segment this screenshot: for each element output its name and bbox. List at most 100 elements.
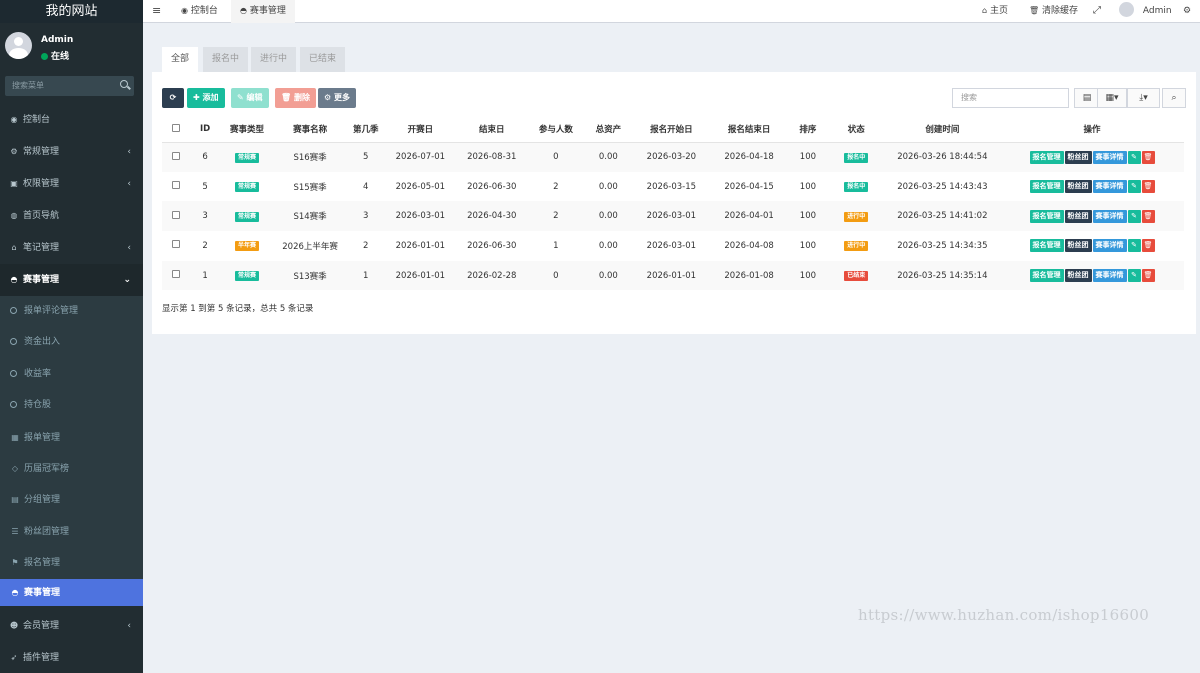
- submenu-item-4[interactable]: ▦ 报单管理: [0, 421, 143, 453]
- search-icon[interactable]: [120, 80, 128, 88]
- edit-row-icon[interactable]: ✎: [1127, 150, 1141, 164]
- table-row[interactable]: 5 常规赛 S15赛季 4 2026-05-01 2026-06-30 2 0.00 2026-…: [162, 172, 1184, 202]
- sidebar-item-menu3[interactable]: ◍ 首页导航: [0, 200, 143, 232]
- tab-in-progress[interactable]: 进行中: [251, 47, 297, 72]
- edit-row-icon[interactable]: ✎: [1127, 239, 1141, 253]
- site-logo[interactable]: 我的网站: [0, 0, 143, 23]
- delete-row-icon[interactable]: 🗑: [1141, 269, 1155, 283]
- fan-group-button[interactable]: 粉丝团: [1064, 150, 1092, 164]
- registration-manage-button[interactable]: 报名管理: [1029, 209, 1064, 223]
- registration-manage-button[interactable]: 报名管理: [1029, 269, 1064, 283]
- table-row[interactable]: 3 常规赛 S14赛季 3 2026-03-01 2026-04-30 2 0.00 2026-…: [162, 201, 1184, 232]
- delete-row-icon[interactable]: 🗑: [1141, 209, 1155, 223]
- column-header[interactable]: 创建时间: [884, 117, 1001, 143]
- column-header[interactable]: 操作: [1000, 117, 1184, 143]
- match-detail-button[interactable]: 赛事详情: [1092, 269, 1127, 283]
- table-row[interactable]: 2 半年赛 2026上半年赛 2 2026-01-01 2026-06-30 1 0.00 20…: [162, 231, 1184, 261]
- delete-row-icon[interactable]: 🗑: [1141, 150, 1155, 164]
- delete-row-icon[interactable]: 🗑: [1141, 180, 1155, 194]
- sidebar-item-menu5[interactable]: ◓ 赛事管理 ⌄: [0, 264, 143, 296]
- submenu-item-2[interactable]: 收益率: [0, 358, 143, 391]
- export-dropdown-icon[interactable]: ⤓▾: [1127, 88, 1160, 108]
- user-menu[interactable]: Admin: [1119, 0, 1172, 23]
- clear-cache-button[interactable]: 🗑 清除缓存: [1029, 0, 1078, 23]
- edit-row-icon[interactable]: ✎: [1127, 209, 1141, 223]
- column-header[interactable]: 总资产: [584, 117, 633, 143]
- column-header[interactable]: 赛事类型: [220, 117, 274, 143]
- delete-button[interactable]: 🗑 删除: [275, 88, 316, 108]
- submenu-item-9[interactable]: ◓ 赛事管理: [0, 578, 143, 606]
- column-header[interactable]: 参与人数: [527, 117, 585, 143]
- menu-search-input[interactable]: 搜索菜单: [5, 76, 134, 96]
- settings-icon[interactable]: ⚙: [1183, 0, 1191, 23]
- row-checkbox[interactable]: [171, 210, 180, 219]
- match-detail-button[interactable]: 赛事详情: [1092, 209, 1127, 223]
- home-link[interactable]: ⌂ 主页: [982, 0, 1008, 23]
- table-row[interactable]: 6 常规赛 S16赛季 5 2026-07-01 2026-08-31 0 0.00 2026-…: [162, 142, 1184, 172]
- column-header[interactable]: 报名结束日: [710, 117, 788, 143]
- sidebar-item-bottom_menu1[interactable]: ➶ 插件管理: [0, 642, 143, 673]
- type-cell: 常规赛: [220, 142, 274, 172]
- column-header[interactable]: 状态: [827, 117, 885, 143]
- row-checkbox-cell[interactable]: [162, 201, 190, 232]
- row-checkbox-cell[interactable]: [162, 260, 190, 291]
- add-button[interactable]: ✚ 添加: [187, 88, 225, 108]
- submenu-item-5[interactable]: ◇ 历届冠军榜: [0, 452, 143, 485]
- match-detail-button[interactable]: 赛事详情: [1092, 150, 1127, 164]
- row-checkbox[interactable]: [171, 181, 180, 190]
- sidebar-item-menu4[interactable]: ⌂ 笔记管理 ‹: [0, 232, 143, 264]
- sidebar-item-menu0[interactable]: ◉ 控制台: [0, 104, 143, 136]
- fullscreen-icon[interactable]: ⤢: [1093, 0, 1101, 23]
- columns-dropdown-icon[interactable]: ▦▾: [1097, 88, 1127, 108]
- registration-manage-button[interactable]: 报名管理: [1029, 180, 1064, 194]
- menu-toggle-icon[interactable]: ≡: [152, 0, 161, 23]
- submenu-item-6[interactable]: ▤ 分组管理: [0, 484, 143, 516]
- row-checkbox[interactable]: [171, 270, 180, 279]
- tab-all[interactable]: 全部: [162, 47, 199, 72]
- sidebar-item-menu2[interactable]: ▣ 权限管理 ‹: [0, 168, 143, 200]
- edit-button[interactable]: ✎ 编辑: [231, 88, 269, 108]
- submenu-item-1[interactable]: 资金出入: [0, 327, 143, 359]
- column-header[interactable]: 报名开始日: [632, 117, 711, 143]
- column-header[interactable]: 赛事名称: [273, 117, 347, 143]
- edit-row-icon[interactable]: ✎: [1127, 180, 1141, 194]
- row-checkbox-cell[interactable]: [162, 172, 189, 202]
- fan-group-button[interactable]: 粉丝团: [1064, 209, 1092, 223]
- column-header[interactable]: 开赛日: [384, 117, 457, 143]
- submenu-item-0[interactable]: 报单评论管理: [0, 296, 143, 328]
- fan-group-button[interactable]: 粉丝团: [1064, 269, 1092, 283]
- registration-manage-button[interactable]: 报名管理: [1029, 150, 1064, 164]
- delete-row-icon[interactable]: 🗑: [1141, 239, 1155, 253]
- registration-manage-button[interactable]: 报名管理: [1029, 239, 1064, 253]
- row-checkbox-cell[interactable]: [162, 142, 190, 172]
- select-all-checkbox-cell[interactable]: [162, 117, 190, 143]
- select-all-checkbox[interactable]: [171, 123, 180, 132]
- row-checkbox[interactable]: [171, 151, 180, 160]
- sidebar-item-menu1[interactable]: ⚙ 常规管理 ‹: [0, 136, 143, 168]
- edit-row-icon[interactable]: ✎: [1127, 269, 1141, 283]
- sidebar-item-bottom_menu0[interactable]: ☻ 会员管理 ‹: [0, 610, 143, 642]
- match-detail-button[interactable]: 赛事详情: [1092, 239, 1127, 253]
- trash-icon: 🗑: [1029, 6, 1040, 15]
- fan-group-button[interactable]: 粉丝团: [1064, 180, 1092, 194]
- tab-registering[interactable]: 报名中: [203, 47, 249, 72]
- match-detail-button[interactable]: 赛事详情: [1092, 180, 1127, 194]
- column-header[interactable]: 结束日: [456, 117, 528, 143]
- row-checkbox-cell[interactable]: [162, 231, 189, 261]
- column-header[interactable]: 第几季: [346, 117, 385, 143]
- refresh-button[interactable]: ⟳: [162, 88, 184, 108]
- more-button[interactable]: ⚙ 更多: [318, 88, 356, 108]
- submenu-item-8[interactable]: ⚑ 报名管理: [0, 547, 143, 579]
- table-search-input[interactable]: 搜索: [952, 88, 1069, 108]
- tab-finished[interactable]: 已结束: [300, 47, 346, 72]
- row-checkbox[interactable]: [171, 240, 180, 249]
- column-header[interactable]: ID: [189, 117, 221, 143]
- submenu-item-3[interactable]: 持仓股: [0, 390, 143, 422]
- tab-match-management[interactable]: ◓ 赛事管理: [231, 0, 295, 23]
- column-header[interactable]: 排序: [787, 117, 828, 143]
- table-row[interactable]: 1 常规赛 S13赛季 1 2026-01-01 2026-02-28 0 0.00 2026-…: [162, 260, 1184, 291]
- fan-group-button[interactable]: 粉丝团: [1064, 239, 1092, 253]
- tab-dashboard[interactable]: ◉ 控制台: [174, 0, 225, 23]
- advanced-search-icon[interactable]: ⌕: [1162, 88, 1186, 108]
- submenu-item-7[interactable]: ☰ 粉丝团管理: [0, 515, 143, 548]
